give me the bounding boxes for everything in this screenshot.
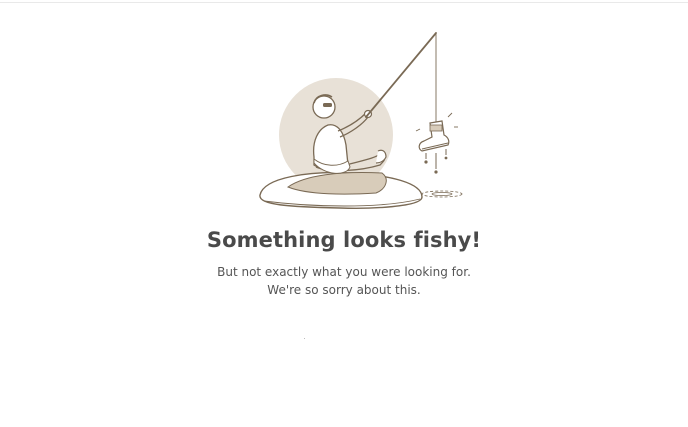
top-border — [0, 0, 688, 3]
error-message: But not exactly what you were looking fo… — [0, 263, 688, 299]
decorative-dot — [304, 338, 305, 339]
page-title: Something looks fishy! — [206, 228, 482, 252]
fisherman-catching-boot-icon — [250, 25, 470, 215]
error-message-line-2: We're so sorry about this. — [267, 283, 421, 297]
error-message-line-1: But not exactly what you were looking fo… — [217, 265, 471, 279]
